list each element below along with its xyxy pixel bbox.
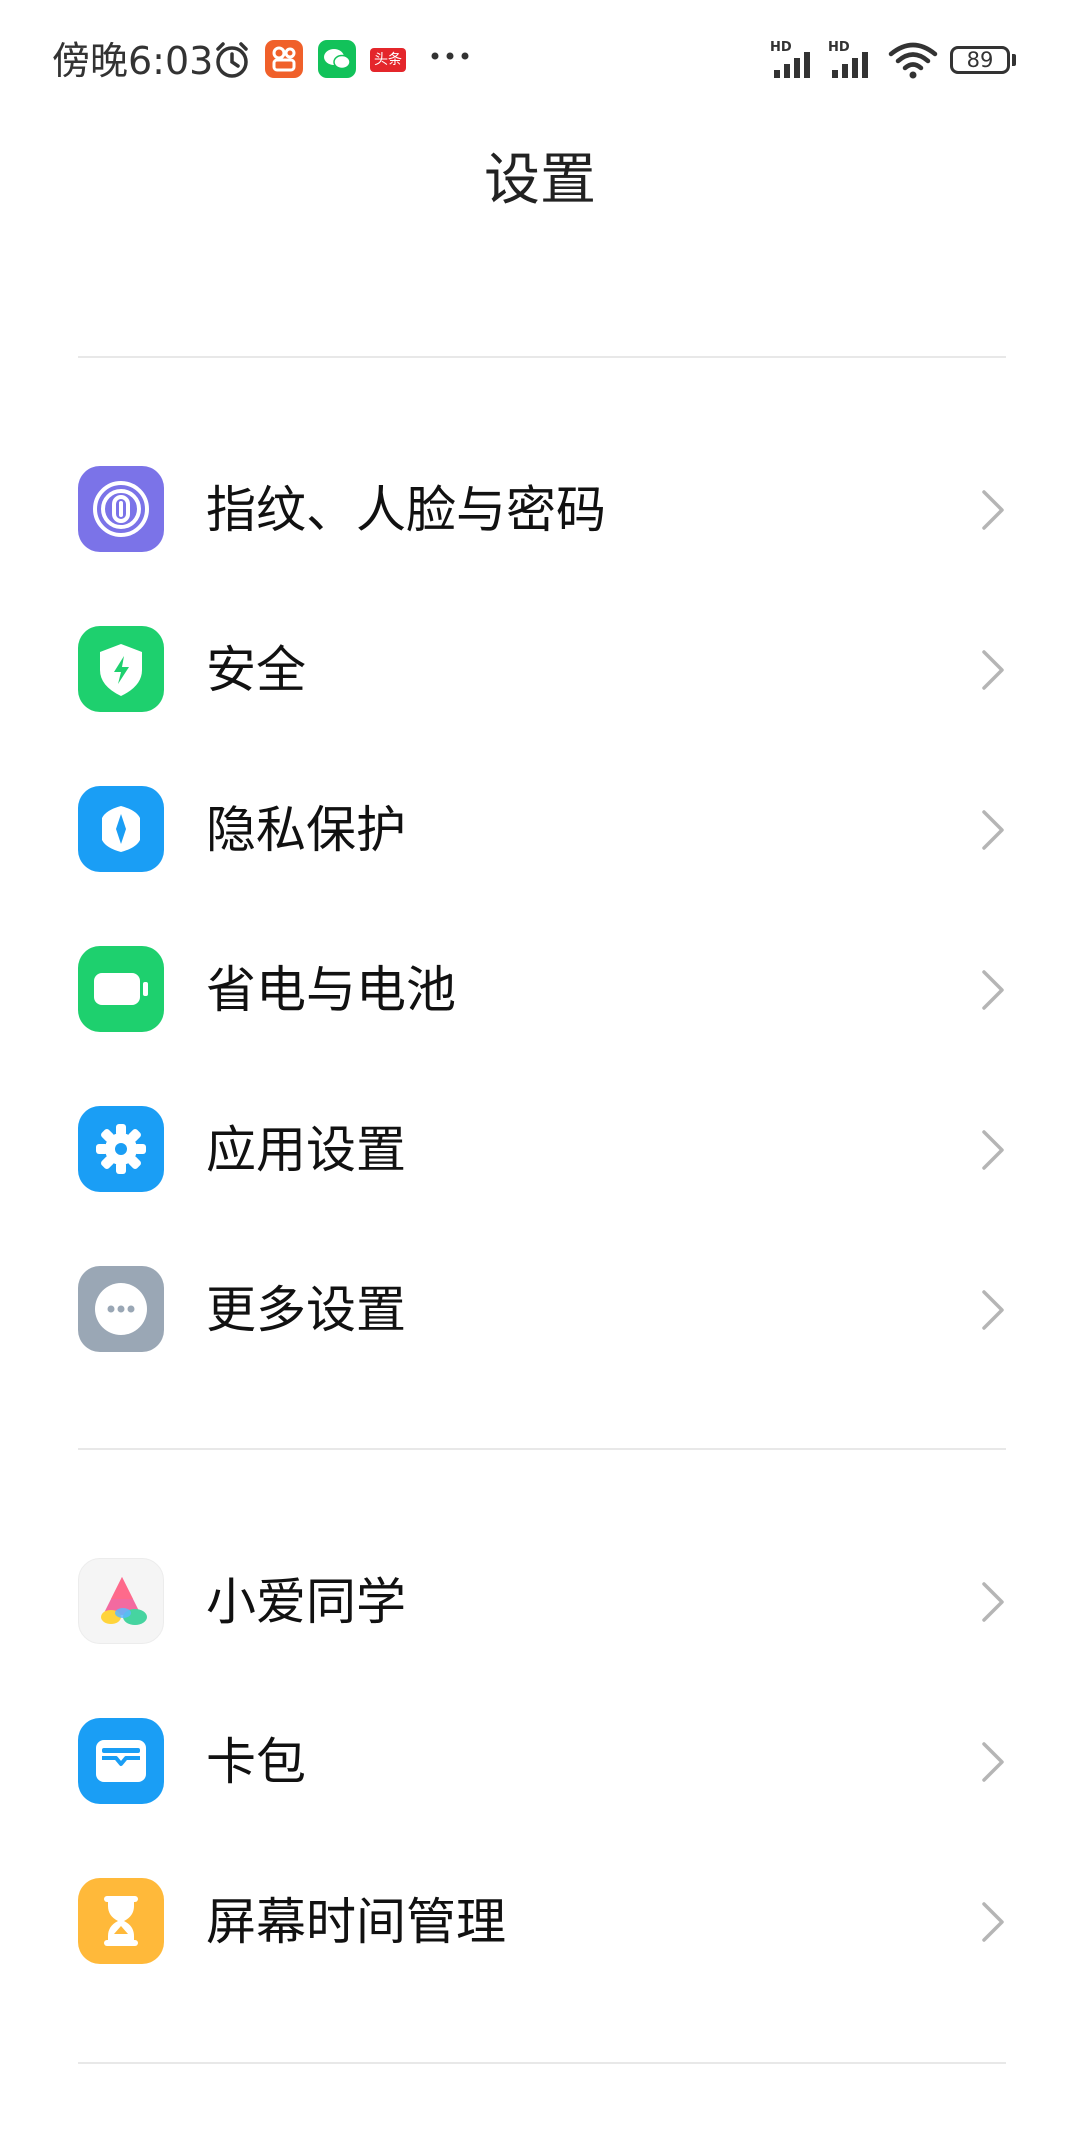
chevron-right-icon bbox=[978, 646, 1008, 698]
signal-icon: HD bbox=[770, 40, 822, 84]
chevron-right-icon bbox=[978, 1286, 1008, 1338]
chevron-right-icon bbox=[978, 1126, 1008, 1178]
more-notifications-icon bbox=[430, 46, 470, 70]
hourglass-icon bbox=[78, 1878, 164, 1964]
chevron-right-icon bbox=[978, 1898, 1008, 1950]
wifi-icon bbox=[888, 42, 938, 84]
settings-item-label: 隐私保护 bbox=[206, 801, 406, 859]
settings-item-label: 应用设置 bbox=[206, 1121, 406, 1179]
gear-icon bbox=[78, 1106, 164, 1192]
chevron-right-icon bbox=[978, 806, 1008, 858]
settings-item-fingerprint-face-password[interactable]: 指纹、人脸与密码 bbox=[0, 428, 1080, 588]
settings-screen: 傍晚6:03 头条 HD HD 89 设置 指纹、人脸与密码 安全 隐私保护 省… bbox=[0, 0, 1080, 2140]
alarm-icon bbox=[212, 40, 252, 84]
privacy-icon bbox=[78, 786, 164, 872]
settings-item-label: 省电与电池 bbox=[206, 961, 456, 1019]
wallet-icon bbox=[78, 1718, 164, 1804]
wechat-icon bbox=[318, 40, 356, 78]
toutiao-icon: 头条 bbox=[370, 48, 406, 72]
settings-item-label: 小爱同学 bbox=[206, 1573, 406, 1631]
settings-item-app-settings[interactable]: 应用设置 bbox=[0, 1068, 1080, 1228]
status-bar: 傍晚6:03 头条 HD HD 89 bbox=[0, 0, 1080, 128]
settings-item-screen-time[interactable]: 屏幕时间管理 bbox=[0, 1840, 1080, 2000]
status-time: 傍晚6:03 bbox=[52, 39, 214, 83]
battery-saver-icon bbox=[78, 946, 164, 1032]
chevron-right-icon bbox=[978, 1578, 1008, 1630]
settings-item-privacy[interactable]: 隐私保护 bbox=[0, 748, 1080, 908]
shield-bolt-icon bbox=[78, 626, 164, 712]
settings-item-more-settings[interactable]: 更多设置 bbox=[0, 1228, 1080, 1388]
settings-item-battery[interactable]: 省电与电池 bbox=[0, 908, 1080, 1068]
page-title: 设置 bbox=[484, 148, 596, 213]
settings-item-label: 卡包 bbox=[206, 1733, 306, 1791]
kuaishou-icon bbox=[265, 40, 303, 78]
settings-item-wallet[interactable]: 卡包 bbox=[0, 1680, 1080, 1840]
settings-item-xiaoai[interactable]: 小爱同学 bbox=[0, 1520, 1080, 1680]
settings-item-label: 更多设置 bbox=[206, 1281, 406, 1339]
settings-item-label: 安全 bbox=[206, 641, 306, 699]
chevron-right-icon bbox=[978, 486, 1008, 538]
divider bbox=[78, 356, 1006, 358]
settings-item-label: 屏幕时间管理 bbox=[206, 1893, 506, 1951]
chevron-right-icon bbox=[978, 1738, 1008, 1790]
fingerprint-icon bbox=[78, 466, 164, 552]
chevron-right-icon bbox=[978, 966, 1008, 1018]
divider bbox=[78, 1448, 1006, 1450]
signal-icon-2: HD bbox=[828, 40, 880, 84]
settings-item-label: 指纹、人脸与密码 bbox=[206, 481, 606, 539]
battery-level: 89 bbox=[950, 46, 1010, 74]
divider bbox=[78, 2062, 1006, 2064]
settings-item-security[interactable]: 安全 bbox=[0, 588, 1080, 748]
more-icon bbox=[78, 1266, 164, 1352]
xiaoai-icon bbox=[78, 1558, 164, 1644]
